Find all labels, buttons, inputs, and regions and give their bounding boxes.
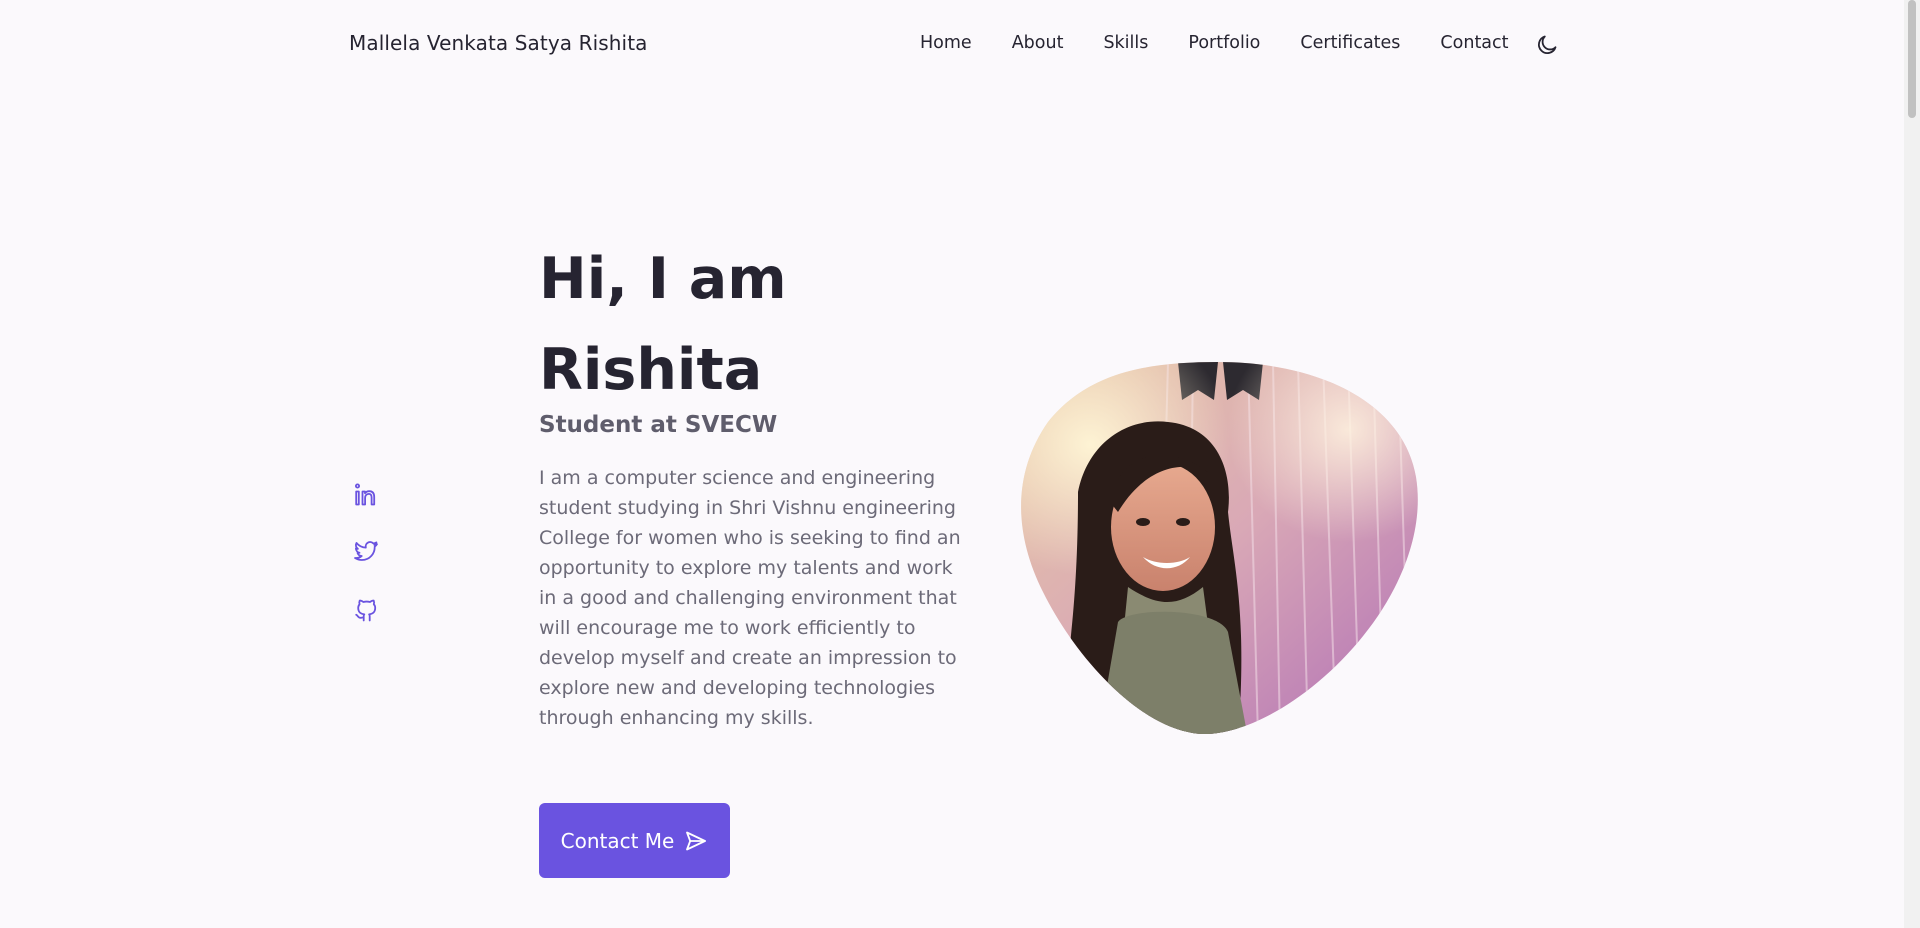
nav-home[interactable]: Home (920, 33, 972, 53)
contact-me-button[interactable]: Contact Me (539, 803, 730, 878)
twitter-icon[interactable] (352, 538, 380, 566)
contact-me-label: Contact Me (560, 828, 675, 853)
linkedin-icon[interactable] (352, 481, 380, 509)
header: Mallela Venkata Satya Rishita Home About… (0, 0, 1904, 90)
profile-photo (1021, 362, 1418, 734)
hero-title-line2: Rishita (539, 337, 763, 403)
nav-certificates[interactable]: Certificates (1300, 33, 1400, 53)
social-links (352, 481, 380, 652)
nav-skills[interactable]: Skills (1103, 33, 1148, 53)
main-nav: Home About Skills Portfolio Certificates… (920, 33, 1549, 53)
nav-about[interactable]: About (1012, 33, 1064, 53)
nav-contact[interactable]: Contact (1440, 33, 1508, 53)
nav-portfolio[interactable]: Portfolio (1188, 33, 1260, 53)
moon-icon[interactable] (1535, 33, 1559, 57)
scrollbar-thumb[interactable] (1908, 0, 1916, 118)
hero-subtitle: Student at SVECW (539, 412, 778, 438)
github-icon[interactable] (352, 595, 380, 623)
hero-title-line1: Hi, I am (539, 246, 787, 312)
hero-title: Hi, I am Rishita (539, 234, 959, 416)
hero-description: I am a computer science and engineering … (539, 467, 961, 729)
site-logo[interactable]: Mallela Venkata Satya Rishita (349, 31, 648, 55)
send-icon (684, 829, 708, 853)
page-scrollbar[interactable] (1904, 0, 1920, 928)
